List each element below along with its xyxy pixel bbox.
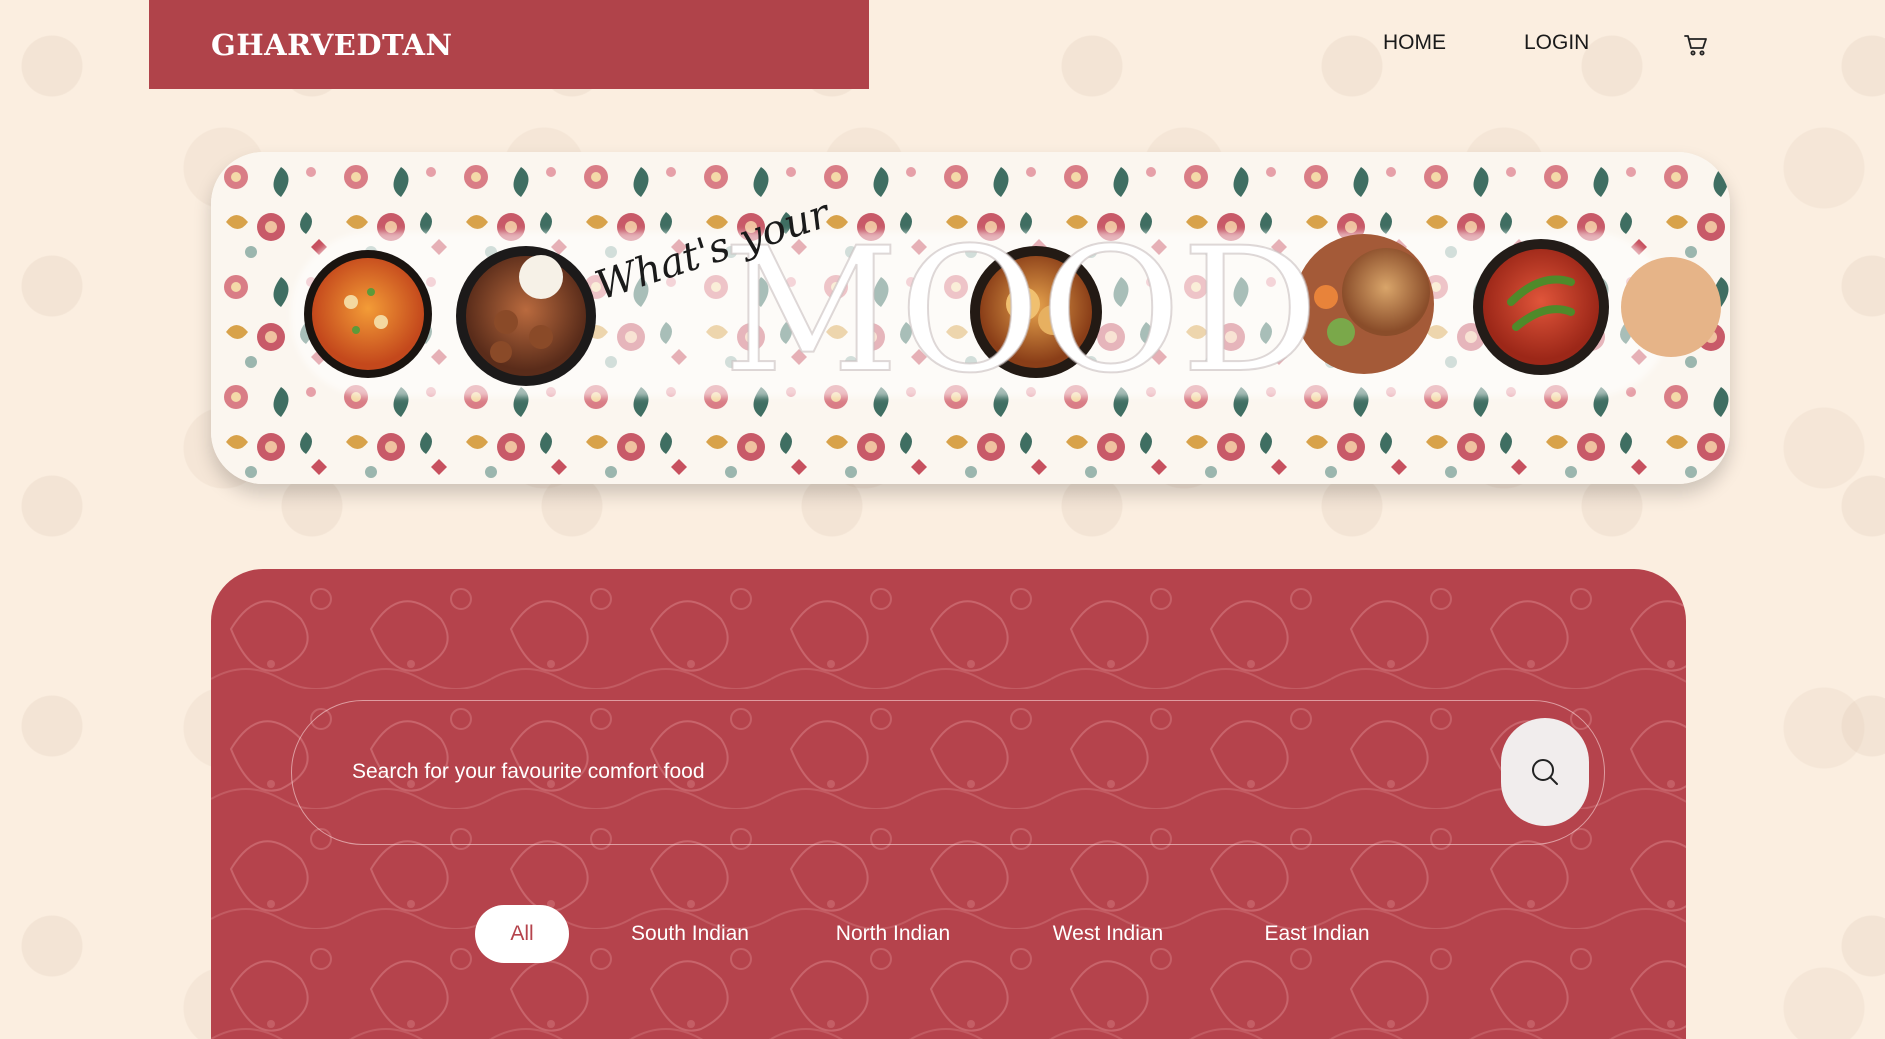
dish-bhindi-masala xyxy=(1473,239,1609,375)
search-panel: All South Indian North Indian West India… xyxy=(211,569,1686,1039)
filter-south-indian[interactable]: South Indian xyxy=(608,905,772,963)
filter-west-indian[interactable]: West Indian xyxy=(1026,905,1190,963)
cart-icon[interactable] xyxy=(1683,32,1709,58)
search-button[interactable] xyxy=(1501,718,1589,826)
filter-north-indian[interactable]: North Indian xyxy=(811,905,975,963)
search-icon xyxy=(1532,759,1558,785)
search-input[interactable] xyxy=(350,751,1354,793)
cuisine-filters: All South Indian North Indian West India… xyxy=(211,905,1686,963)
search-bar xyxy=(291,700,1605,845)
nav-login[interactable]: LOGIN xyxy=(1524,31,1589,55)
mood-banner: MOOD What's your xyxy=(211,152,1730,484)
dish-kebabs-with-raita xyxy=(456,246,596,386)
brand-logo[interactable]: GHARVEDTAN xyxy=(211,28,453,62)
dish-partial xyxy=(1621,257,1721,357)
floral-pattern: MOOD What's your xyxy=(211,152,1730,484)
nav-home[interactable]: HOME xyxy=(1383,31,1446,55)
brand-bar: GHARVEDTAN xyxy=(149,0,869,89)
filter-all[interactable]: All xyxy=(475,905,569,963)
dish-paneer-curry xyxy=(304,250,432,378)
filter-east-indian[interactable]: East Indian xyxy=(1235,905,1399,963)
